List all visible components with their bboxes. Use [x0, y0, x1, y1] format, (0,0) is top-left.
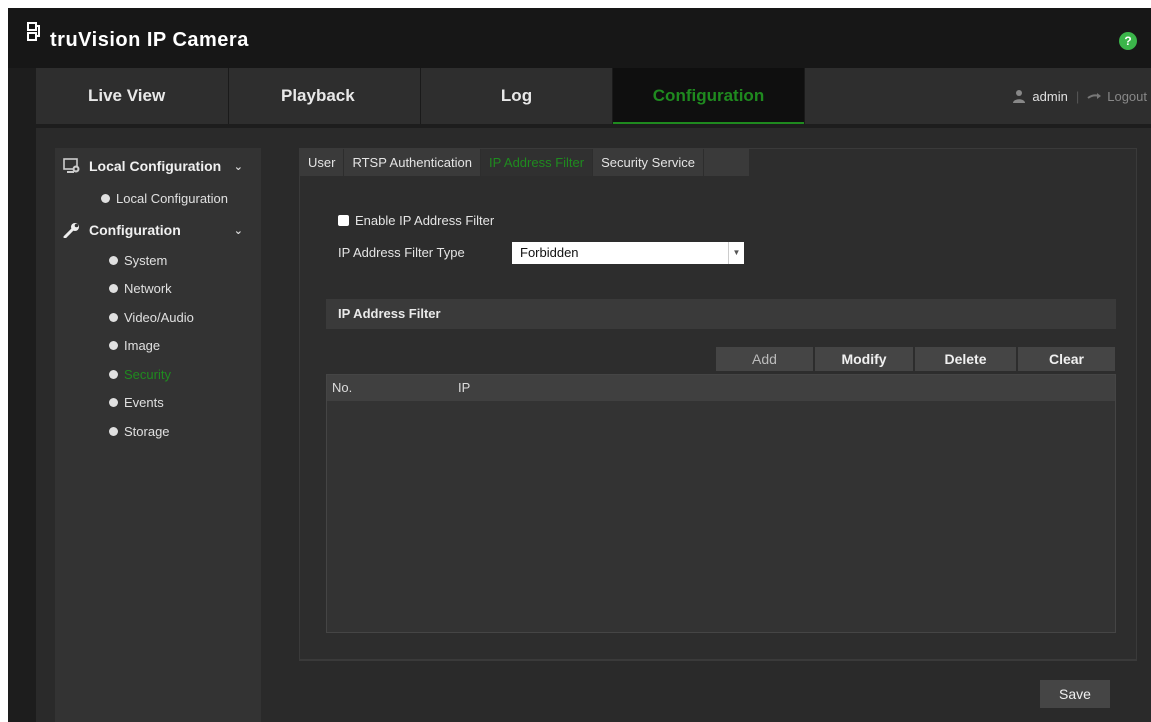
- tab-configuration[interactable]: Configuration: [613, 68, 805, 124]
- sidebar-item-label: Image: [124, 337, 161, 353]
- sidebar-item-label: System: [124, 252, 168, 268]
- filter-type-value: Forbidden: [520, 245, 579, 260]
- sidebar-item-label: Events: [124, 394, 164, 410]
- chevron-down-icon[interactable]: ⌄: [234, 224, 243, 237]
- sidebar-group-label: Local Configuration: [89, 158, 222, 174]
- sidebar-item-label: Network: [124, 280, 172, 296]
- main-nav: Live View Playback Log Configuration adm…: [36, 68, 1151, 124]
- sidebar-item-label: Storage: [124, 423, 170, 439]
- bullet-icon: [109, 312, 118, 322]
- separator: |: [1075, 88, 1080, 104]
- bullet-icon: [109, 397, 118, 407]
- sidebar-group-configuration[interactable]: Configuration ⌄: [63, 218, 253, 242]
- enable-ip-filter-checkbox[interactable]: [338, 215, 349, 226]
- app-window: truVision IP Camera ? Live View Playback…: [8, 8, 1151, 722]
- sidebar-item-video-audio[interactable]: Video/Audio: [109, 307, 194, 327]
- sidebar-item-label: Security: [124, 366, 171, 382]
- bullet-icon: [109, 340, 118, 350]
- sidebar-group-local-configuration[interactable]: Local Configuration ⌄: [63, 154, 253, 178]
- logout-link[interactable]: Logout: [1107, 89, 1147, 104]
- sidebar-item-events[interactable]: Events: [109, 392, 164, 412]
- body-area: Local Configuration ⌄ Local Configuratio…: [36, 128, 1151, 722]
- sidebar-item-storage[interactable]: Storage: [109, 421, 170, 441]
- dropdown-arrow-icon[interactable]: ▼: [728, 242, 744, 264]
- delete-button[interactable]: Delete: [914, 346, 1017, 372]
- sidebar: Local Configuration ⌄ Local Configuratio…: [55, 148, 261, 722]
- modify-button[interactable]: Modify: [814, 346, 914, 372]
- app-title: truVision IP Camera: [50, 28, 249, 51]
- header: truVision IP Camera ?: [8, 8, 1151, 68]
- tab-live-view[interactable]: Live View: [36, 68, 229, 124]
- sub-tabs: User RTSP Authentication IP Address Filt…: [300, 149, 749, 176]
- sidebar-item-security[interactable]: Security: [109, 364, 171, 384]
- subtab-user[interactable]: User: [300, 149, 345, 176]
- bullet-icon: [109, 369, 118, 379]
- filter-type-label: IP Address Filter Type: [338, 245, 465, 260]
- subtab-security-service[interactable]: Security Service: [593, 149, 705, 176]
- add-button[interactable]: Add: [715, 346, 814, 372]
- logout-icon[interactable]: [1087, 90, 1103, 102]
- subtab-ip-address-filter[interactable]: IP Address Filter: [480, 149, 594, 176]
- section-title: IP Address Filter: [326, 299, 1116, 329]
- help-icon[interactable]: ?: [1119, 32, 1137, 50]
- column-header-ip: IP: [458, 380, 471, 395]
- tab-log[interactable]: Log: [421, 68, 613, 124]
- local-config-icon: [63, 158, 80, 173]
- subtab-rtsp-authentication[interactable]: RTSP Authentication: [344, 149, 481, 176]
- save-button[interactable]: Save: [1040, 680, 1110, 708]
- content-panel: User RTSP Authentication IP Address Filt…: [299, 148, 1137, 660]
- filter-type-select[interactable]: Forbidden ▼: [512, 242, 744, 264]
- bullet-icon: [109, 255, 118, 265]
- table-header: No. IP: [327, 375, 1115, 401]
- user-icon: [1013, 90, 1026, 103]
- sidebar-item-label: Local Configuration: [116, 190, 229, 206]
- chevron-down-icon[interactable]: ⌄: [234, 160, 243, 173]
- sidebar-group-label: Configuration: [89, 222, 181, 238]
- clear-button[interactable]: Clear: [1017, 346, 1116, 372]
- sidebar-item-system[interactable]: System: [109, 250, 167, 270]
- sidebar-item-image[interactable]: Image: [109, 335, 160, 355]
- column-header-no: No.: [332, 380, 353, 395]
- username[interactable]: admin: [1032, 89, 1067, 104]
- sidebar-item-network[interactable]: Network: [109, 278, 172, 298]
- logo: truVision IP Camera: [26, 16, 249, 56]
- ip-filter-table: No. IP: [326, 374, 1116, 633]
- bullet-icon: [109, 283, 118, 293]
- enable-ip-filter-label: Enable IP Address Filter: [355, 213, 495, 228]
- bullet-icon: [109, 426, 118, 436]
- sidebar-item-label: Video/Audio: [124, 309, 194, 325]
- footer-bar: [299, 660, 1137, 722]
- user-area: admin | Logout: [1012, 68, 1147, 124]
- tab-playback[interactable]: Playback: [229, 68, 421, 124]
- enable-ip-filter-row: Enable IP Address Filter: [338, 213, 494, 228]
- bullet-icon: [101, 193, 110, 203]
- sidebar-item-local-configuration[interactable]: Local Configuration: [101, 188, 228, 208]
- wrench-icon: [63, 223, 79, 238]
- network-icon: [27, 22, 40, 41]
